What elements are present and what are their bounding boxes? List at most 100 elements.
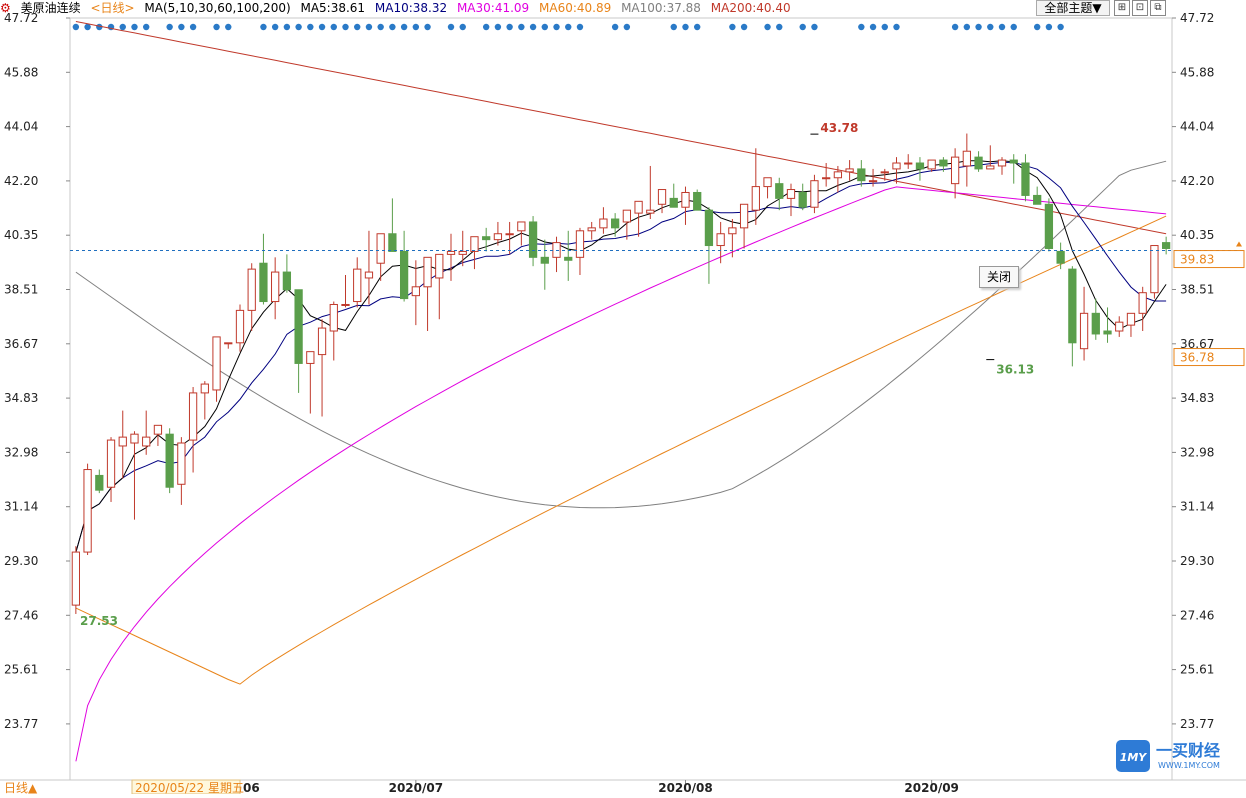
candle-body [329, 303, 338, 332]
candle-body [364, 271, 374, 279]
svg-text:WWW.1MY.COM: WWW.1MY.COM [1158, 761, 1220, 770]
event-dot [529, 23, 537, 31]
price-arrow-icon [1236, 241, 1242, 247]
candle-body [927, 159, 936, 170]
close-button[interactable]: 关闭 [979, 266, 1019, 288]
candle-body [1068, 268, 1077, 344]
candle-body [505, 233, 514, 236]
ma-price-tag: 36.78 [1180, 351, 1214, 365]
candle-body [212, 336, 221, 391]
event-dot [318, 23, 326, 31]
event-dot [271, 23, 279, 31]
ma5-value: MA5:38.61 [300, 1, 366, 15]
candle-body [845, 168, 854, 173]
candle-body [1044, 203, 1054, 249]
popout-icon[interactable]: ⧉ [1150, 0, 1166, 16]
candle-body [235, 309, 245, 344]
candle-body [1009, 159, 1018, 164]
event-dot [72, 23, 80, 31]
candle-body [118, 436, 127, 447]
candle-body [470, 236, 479, 252]
candle-body [1091, 312, 1100, 335]
candle-body [669, 197, 678, 208]
candle-body [341, 303, 350, 306]
x-tick-label: 2020/08 [658, 781, 712, 794]
candle-body [857, 168, 866, 182]
candle-body [271, 271, 280, 303]
ma60-value: MA60:40.89 [539, 1, 612, 15]
candle-body [634, 200, 643, 214]
event-dot [260, 23, 267, 31]
event-dot [951, 23, 959, 31]
y-tick-label-right: 27.46 [1180, 608, 1214, 622]
event-dot [295, 23, 302, 31]
x-tick-label: 2020/07 [389, 781, 443, 794]
candle-body [353, 268, 362, 303]
event-dot [764, 23, 771, 31]
chart-area[interactable]: 47.72 47.72 45.88 45.88 44.04 44.04 42.20 42.20… [0, 0, 1246, 795]
candle-body [564, 256, 573, 261]
candle-body [810, 180, 819, 208]
svg-text:1MY: 1MY [1120, 751, 1148, 764]
event-dot [1033, 23, 1041, 31]
y-tick-label-right: 23.77 [1180, 717, 1214, 731]
candle-body [681, 191, 690, 208]
event-dot [424, 23, 431, 31]
period-button[interactable]: 日线▲ [4, 781, 38, 795]
event-dot [670, 23, 677, 31]
event-dot [541, 23, 548, 31]
grid-icon[interactable]: ⊞ [1114, 0, 1130, 16]
event-dot [893, 23, 900, 31]
fullscreen-icon[interactable]: ⊡ [1132, 0, 1148, 16]
candle-body [974, 156, 983, 170]
ma-params[interactable]: MA(5,10,30,60,100,200) [144, 1, 290, 15]
candle-body [528, 221, 538, 258]
period-link[interactable]: <日线> [90, 1, 134, 15]
candle-body [657, 189, 667, 205]
event-dot [553, 23, 560, 31]
symbol-name: 美原油连续 [20, 1, 81, 15]
event-dot [1010, 23, 1017, 31]
candle-body [1056, 250, 1065, 264]
candle-body [739, 203, 749, 229]
y-tick-label-right: 47.72 [1180, 11, 1214, 25]
theme-dropdown-button[interactable]: 全部主题▼ [1036, 0, 1110, 16]
event-dot [998, 23, 1006, 31]
ma10-line [75, 161, 1167, 553]
candle-body [950, 156, 960, 185]
event-dot [178, 23, 185, 31]
event-dot [776, 23, 783, 31]
event-dot [342, 23, 349, 31]
event-dot [213, 23, 220, 31]
event-dot [354, 23, 361, 31]
event-dot [283, 23, 291, 31]
cursor-date: 2020/05/22 星期五 [135, 781, 244, 794]
event-dot [365, 23, 373, 31]
y-tick-label-right: 34.83 [1180, 391, 1214, 405]
candle-body [376, 233, 385, 264]
event-dot [611, 23, 619, 31]
event-dot [565, 23, 572, 31]
candlestick-chart[interactable]: 47.72 47.7245.88 45.8844.04 44.0442.20 42.20… [0, 0, 1246, 795]
candle-body [458, 250, 467, 255]
y-tick-label-right: 38.51 [1180, 283, 1214, 297]
chart-header: ⚙ 美原油连续 <日线> MA(5,10,30,60,100,200) MA5:… [0, 0, 1000, 16]
settings-icon[interactable]: ⚙ [0, 1, 11, 15]
ma200-line [75, 21, 1167, 235]
y-tick-label-left: 29.30 [4, 554, 38, 568]
candle-body [282, 271, 292, 291]
event-dot [389, 23, 396, 31]
event-dot [494, 23, 502, 31]
current-price-tag: 39.83 [1180, 253, 1214, 267]
event-dot [131, 23, 138, 31]
candle-body [177, 442, 186, 485]
candle-body [962, 150, 971, 167]
candle-body [130, 433, 139, 444]
event-dot [1057, 23, 1064, 31]
ma5-line [75, 160, 1167, 553]
candle-body [71, 551, 80, 606]
y-tick-label-left: 36.67 [4, 337, 38, 351]
y-tick-label-left: 23.77 [4, 717, 38, 731]
event-dot [1045, 23, 1053, 31]
y-tick-label-left: 32.98 [4, 445, 38, 459]
